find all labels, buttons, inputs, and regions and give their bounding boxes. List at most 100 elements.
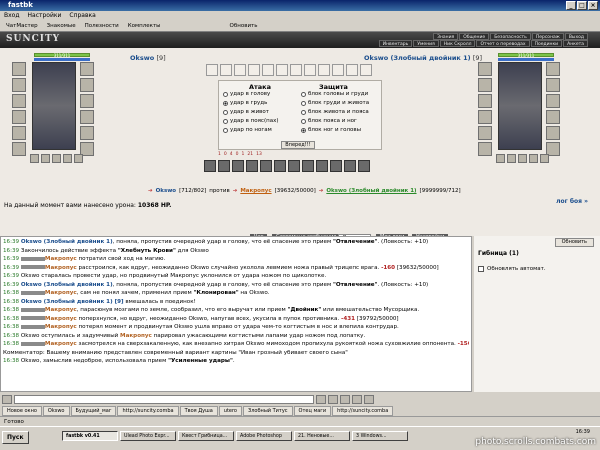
block-chest-belly-option[interactable]: блок груди и живота [301, 100, 369, 106]
channel-tab[interactable]: Отец маги [293, 406, 332, 416]
nav-knowledge[interactable]: Знания [433, 33, 459, 40]
block-belly-waist-option[interactable]: блок живота и пояса [301, 109, 369, 115]
skill-icon[interactable] [288, 160, 300, 172]
item-slot[interactable] [80, 78, 94, 92]
nav-fights[interactable]: Поединки [530, 40, 563, 47]
chatmaster-button[interactable]: ЧатМастер [3, 21, 41, 31]
attack-legs-option[interactable]: удар по ногам [223, 127, 272, 133]
versus-player3[interactable]: Okswo (Злобный двойник 1) [326, 188, 416, 194]
item-slot[interactable] [80, 126, 94, 140]
chat-player-name[interactable]: Макропус [45, 256, 77, 262]
effect-icon[interactable] [346, 64, 358, 76]
ring-slot[interactable] [52, 154, 61, 163]
item-slot[interactable] [80, 94, 94, 108]
chat-player-name[interactable]: Макропус [45, 341, 77, 347]
chat-player-name[interactable]: Макропус [45, 316, 77, 322]
skill-icon[interactable] [260, 160, 272, 172]
item-slot[interactable] [12, 110, 26, 124]
skill-icon[interactable] [316, 160, 328, 172]
nav-transfer-report[interactable]: Отчет о переводах [476, 40, 530, 47]
effect-icon[interactable] [332, 64, 344, 76]
item-slot[interactable] [12, 62, 26, 76]
left-player-portrait[interactable] [32, 62, 76, 150]
chat-player-name[interactable]: Okswo (Злобный двойник 1) [21, 239, 113, 245]
effect-icon[interactable] [220, 64, 232, 76]
item-slot[interactable] [546, 62, 560, 76]
channel-tab[interactable]: Твоя Душа [179, 406, 218, 416]
effect-icon[interactable] [248, 64, 260, 76]
task-button[interactable]: Ulead Photo Expr... [120, 431, 176, 441]
channel-tab[interactable]: http://suncity.comba [117, 406, 179, 416]
player-info-icon[interactable] [20, 324, 45, 329]
right-player-portrait[interactable] [498, 62, 542, 150]
effect-icon[interactable] [276, 64, 288, 76]
menu-settings[interactable]: Настройки [28, 11, 62, 20]
item-slot[interactable] [478, 62, 492, 76]
chat-player-name[interactable]: Okswo (Злобный двойник 1) [9] [21, 299, 124, 305]
versus-player2[interactable]: Макропус [240, 188, 271, 194]
attack-belly-option[interactable]: удар в живот [223, 109, 269, 115]
versus-player1[interactable]: Okswo [156, 188, 176, 194]
ring-slot[interactable] [74, 154, 83, 163]
ring-slot[interactable] [518, 154, 527, 163]
skill-icon[interactable] [274, 160, 286, 172]
side-refresh-button[interactable]: Обновить [554, 238, 594, 247]
item-slot[interactable] [546, 126, 560, 140]
channel-tab[interactable]: Okswo [42, 406, 70, 416]
auto-refresh-checkbox[interactable]: Обновлять автомат. [478, 266, 546, 272]
item-slot[interactable] [12, 94, 26, 108]
item-slot[interactable] [546, 94, 560, 108]
effect-icon[interactable] [290, 64, 302, 76]
send-icon[interactable] [316, 394, 326, 404]
nav-inventory[interactable]: Инвентарь [378, 40, 413, 47]
player-info-icon[interactable] [20, 256, 45, 261]
attack-head-option[interactable]: удар в голову [223, 91, 270, 97]
effect-icon[interactable] [262, 64, 274, 76]
smiles-icon[interactable] [352, 394, 362, 404]
skill-icon[interactable] [232, 160, 244, 172]
nav-profile[interactable]: Анкета [563, 40, 588, 47]
friends-button[interactable]: Знакомые [44, 21, 79, 31]
item-slot[interactable] [12, 126, 26, 140]
close-button[interactable]: × [588, 1, 598, 10]
skill-icon[interactable] [204, 160, 216, 172]
chat-player-name[interactable]: Макропус [45, 307, 77, 313]
attack-chest-option[interactable]: удар в грудь [223, 100, 267, 106]
item-slot[interactable] [546, 110, 560, 124]
kits-button[interactable]: Комплекты [125, 21, 164, 31]
translit-icon[interactable] [340, 394, 350, 404]
chat-player-name[interactable]: Макропус [45, 265, 77, 271]
ring-slot[interactable] [540, 154, 549, 163]
nav-skills[interactable]: Умения [413, 40, 439, 47]
effect-icon[interactable] [304, 64, 316, 76]
item-slot[interactable] [12, 78, 26, 92]
channel-tab[interactable]: Новое окно [2, 406, 42, 416]
chat-player-name[interactable]: Макропус [120, 333, 152, 339]
clear-icon[interactable] [328, 394, 338, 404]
start-button[interactable]: Пуск [2, 431, 29, 444]
nav-nick-scroll[interactable]: Ник Скролл [439, 40, 476, 47]
skill-icon[interactable] [218, 160, 230, 172]
channel-tab[interactable]: utero [218, 406, 242, 416]
skill-icon[interactable] [302, 160, 314, 172]
item-slot[interactable] [80, 110, 94, 124]
ring-slot[interactable] [63, 154, 72, 163]
ring-slot[interactable] [529, 154, 538, 163]
skill-icon[interactable] [358, 160, 370, 172]
block-legs-head-option[interactable]: блок ног и головы [301, 127, 361, 133]
item-slot[interactable] [478, 142, 492, 156]
nav-exit[interactable]: Выход [564, 33, 588, 40]
right-player-name[interactable]: Okswo (Злобный двойник 1) [9] [364, 54, 482, 62]
attack-go-button[interactable]: Вперед!!! [281, 141, 315, 149]
minimize-button[interactable]: _ [566, 1, 576, 10]
ring-slot[interactable] [41, 154, 50, 163]
attack-waist-option[interactable]: удар в пояс(пах) [223, 118, 278, 124]
channel-tab[interactable]: Будущий_маг [70, 406, 117, 416]
chat-player-name[interactable]: Макропус [45, 290, 77, 296]
item-slot[interactable] [478, 78, 492, 92]
block-waist-legs-option[interactable]: блок пояса и ног [301, 118, 357, 124]
item-slot[interactable] [478, 126, 492, 140]
refresh-toolbar-button[interactable]: Обновить [227, 21, 261, 31]
channel-tab[interactable]: Злобный Титус [243, 406, 293, 416]
nav-security[interactable]: Безопасность [490, 33, 531, 40]
